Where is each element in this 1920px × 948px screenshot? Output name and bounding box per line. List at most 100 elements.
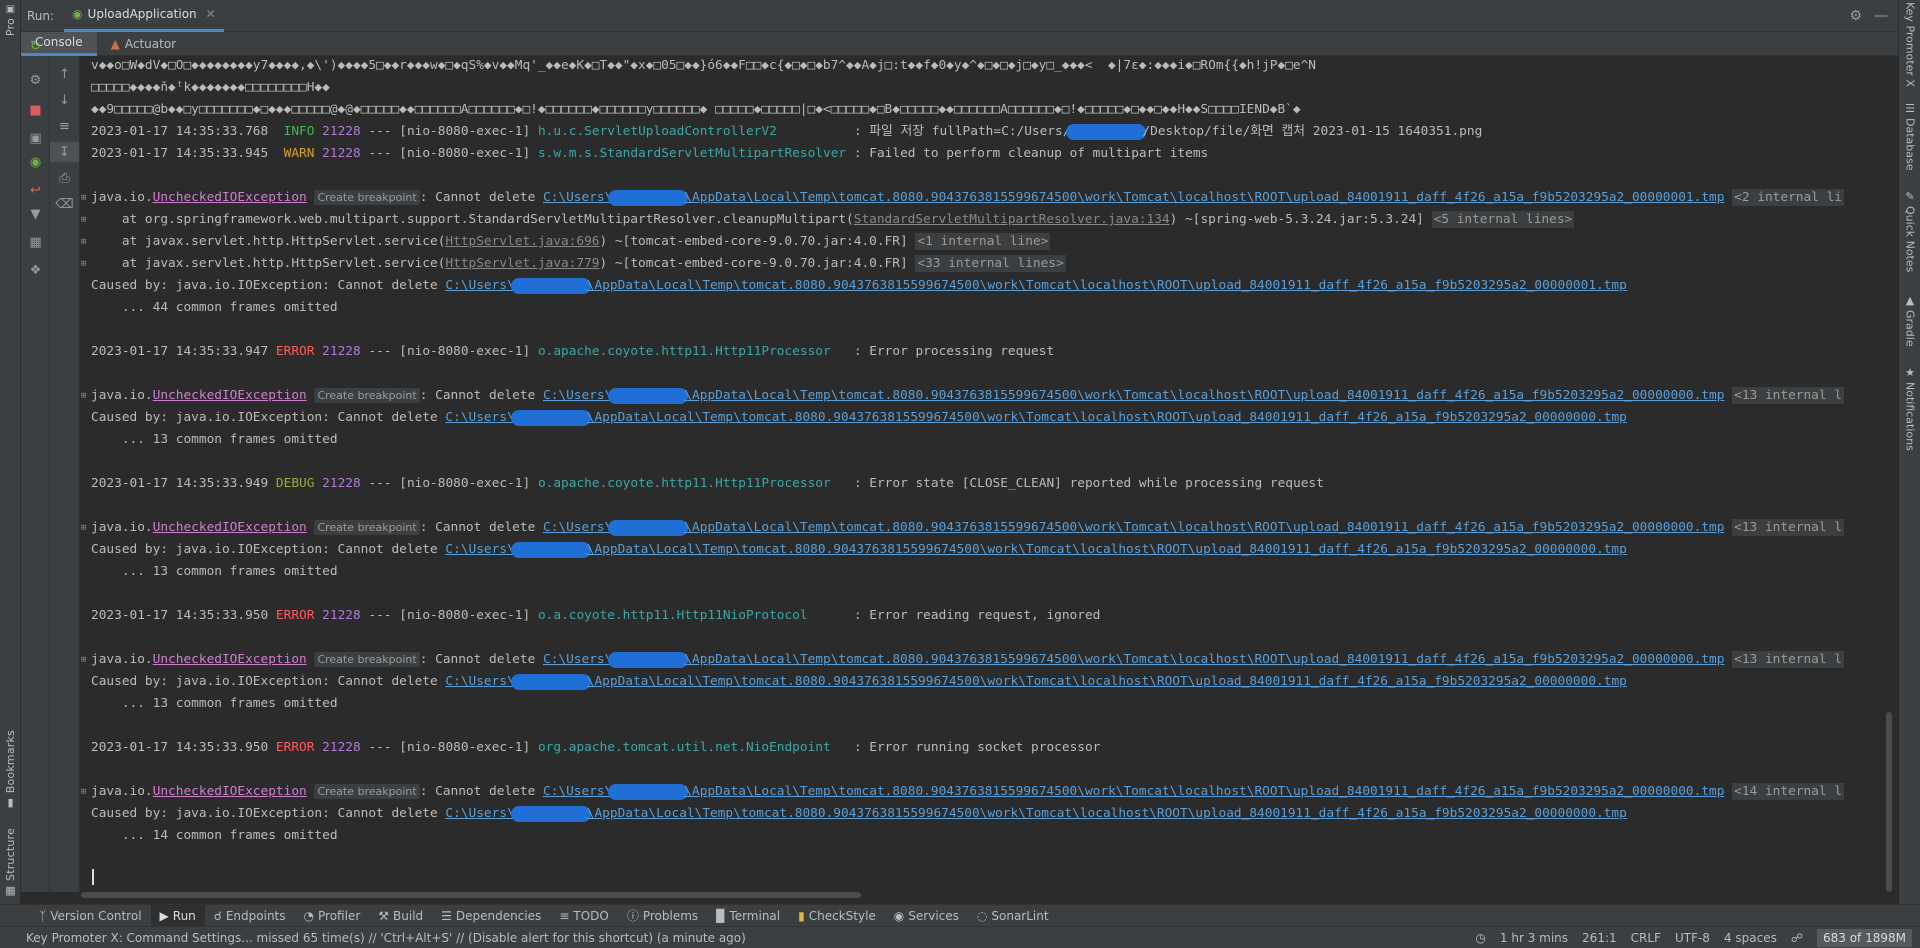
exception-class-link[interactable]: UncheckedIOException	[153, 388, 307, 403]
close-icon[interactable]: ✕	[206, 7, 216, 21]
lock-icon[interactable]: ☍	[1791, 931, 1803, 945]
file-path-link[interactable]: C:\Users\	[445, 410, 514, 425]
tab-dependencies[interactable]: ☰ Dependencies	[432, 905, 550, 927]
create-breakpoint-chip[interactable]: Create breakpoint	[314, 784, 420, 799]
tab-checkstyle[interactable]: ▮ CheckStyle	[789, 905, 885, 927]
tab-endpoints[interactable]: ☌ Endpoints	[205, 905, 295, 927]
soft-wrap-icon[interactable]: ≡	[50, 116, 79, 136]
internal-lines-fold[interactable]: <33 internal lines>	[915, 255, 1066, 272]
fold-toggle[interactable]: ⊞	[81, 253, 91, 275]
create-breakpoint-chip[interactable]: Create breakpoint	[314, 652, 420, 667]
wrench-icon[interactable]: ⚙	[21, 70, 50, 90]
create-breakpoint-chip[interactable]: Create breakpoint	[314, 520, 420, 535]
pin-icon[interactable]: ❖	[21, 260, 50, 280]
internal-lines-fold[interactable]: <1 internal line>	[915, 233, 1051, 250]
print-icon[interactable]: ⎙	[50, 168, 79, 188]
tab-profiler[interactable]: ◔ Profiler	[295, 905, 370, 927]
create-breakpoint-chip[interactable]: Create breakpoint	[314, 388, 420, 403]
arrow-up-icon[interactable]: ↑	[50, 64, 79, 84]
internal-lines-fold[interactable]: <5 internal lines>	[1431, 211, 1575, 228]
vertical-scrollbar[interactable]	[1886, 712, 1892, 892]
file-path-link[interactable]: \AppData\Local\Temp\tomcat.8080.90437638…	[587, 542, 1627, 557]
horizontal-scrollbar[interactable]	[81, 892, 861, 898]
debug-icon[interactable]: ◉	[21, 152, 50, 172]
layout-icon[interactable]: ▦	[21, 232, 50, 252]
exception-class-link[interactable]: UncheckedIOException	[153, 652, 307, 667]
file-path-link[interactable]: C:\Users\	[543, 652, 612, 667]
tab-problems[interactable]: ⓘ Problems	[618, 905, 707, 927]
memory-indicator[interactable]: 683 of 1898M	[1817, 928, 1912, 947]
internal-lines-fold[interactable]: <13 internal l	[1732, 651, 1845, 668]
notifications-tab[interactable]: ★ Notifications	[1899, 366, 1920, 451]
fold-toggle[interactable]: ⊞	[81, 781, 91, 803]
status-encoding[interactable]: UTF-8	[1675, 931, 1710, 945]
file-path-link[interactable]: \AppData\Local\Temp\tomcat.8080.90437638…	[684, 190, 1724, 205]
tab-sonarlint[interactable]: ◌ SonarLint	[968, 905, 1058, 927]
trash-icon[interactable]: ⌫	[50, 194, 79, 214]
source-link[interactable]: StandardServletMultipartResolver.java:13…	[854, 212, 1170, 227]
tab-terminal[interactable]: ▉ Terminal	[707, 905, 789, 927]
bookmarks-tool-tab[interactable]: Bookmarks ▮	[0, 730, 21, 809]
tab-todo[interactable]: ≡ TODO	[550, 905, 618, 927]
file-path-link[interactable]: \AppData\Local\Temp\tomcat.8080.90437638…	[684, 388, 1724, 403]
fold-toggle[interactable]: ⊞	[81, 187, 91, 209]
exception-class-link[interactable]: UncheckedIOException	[153, 784, 307, 799]
file-path-link[interactable]: C:\Users\	[445, 674, 514, 689]
status-position[interactable]: 261:1	[1582, 931, 1617, 945]
file-path-link[interactable]: \AppData\Local\Temp\tomcat.8080.90437638…	[587, 674, 1627, 689]
file-path-link[interactable]: C:\Users\	[543, 190, 612, 205]
minimize-icon[interactable]: —	[1874, 8, 1888, 24]
tab-services[interactable]: ◉ Services	[885, 905, 968, 927]
source-link[interactable]: HttpServlet.java:696	[445, 234, 599, 249]
file-path-link[interactable]: \AppData\Local\Temp\tomcat.8080.90437638…	[684, 520, 1724, 535]
exception-class-link[interactable]: UncheckedIOException	[153, 190, 307, 205]
delete-icon[interactable]: ▼	[21, 204, 50, 224]
console-output[interactable]: v◆◆o□W◆dV◆□O□◆◆◆◆◆◆◆◆y7◆◆◆◆,◆\')◆◆◆◆5□◆◆…	[81, 56, 1898, 892]
source-link[interactable]: HttpServlet.java:779	[445, 256, 599, 271]
fold-toggle[interactable]: ⊞	[81, 517, 91, 539]
file-path-link[interactable]: \AppData\Local\Temp\tomcat.8080.90437638…	[587, 410, 1627, 425]
exit-icon[interactable]: ↩	[21, 180, 50, 200]
fold-toggle[interactable]: ⊞	[81, 231, 91, 253]
scroll-to-end-icon[interactable]: ↧	[50, 142, 79, 162]
fold-toggle[interactable]: ⊞	[81, 649, 91, 671]
database-tab[interactable]: ☰ Database	[1899, 102, 1920, 171]
status-time[interactable]: 1 hr 3 mins	[1500, 931, 1568, 945]
internal-lines-fold[interactable]: <14 internal l	[1732, 783, 1845, 800]
tab-build[interactable]: ⚒ Build	[369, 905, 432, 927]
status-message[interactable]: Key Promoter X: Command Settings... miss…	[26, 931, 746, 945]
internal-lines-fold[interactable]: <13 internal l	[1732, 387, 1845, 404]
key-promoter-tab[interactable]: Key Promoter X	[1899, 2, 1920, 87]
stop-icon[interactable]: ■	[21, 100, 50, 120]
file-path-link[interactable]: C:\Users\	[543, 784, 612, 799]
file-path-link[interactable]: C:\Users\	[445, 278, 514, 293]
camera-icon[interactable]: ▣	[21, 128, 50, 148]
fold-toggle[interactable]: ⊞	[81, 209, 91, 231]
file-path-link[interactable]: C:\Users\	[543, 520, 612, 535]
gradle-tab[interactable]: ▲ Gradle	[1899, 294, 1920, 347]
status-line-separator[interactable]: CRLF	[1631, 931, 1661, 945]
status-indent[interactable]: 4 spaces	[1724, 931, 1777, 945]
internal-lines-fold[interactable]: <13 internal l	[1732, 519, 1845, 536]
arrow-down-icon[interactable]: ↓	[50, 90, 79, 110]
tab-run[interactable]: ▶ Run	[150, 904, 205, 927]
create-breakpoint-chip[interactable]: Create breakpoint	[314, 190, 420, 205]
rerun-icon[interactable]: ↻	[21, 36, 50, 56]
file-path-link[interactable]: \AppData\Local\Temp\tomcat.8080.90437638…	[587, 806, 1627, 821]
fold-toggle[interactable]: ⊞	[81, 385, 91, 407]
internal-lines-fold[interactable]: <2 internal li	[1732, 189, 1845, 206]
tab-version-control[interactable]: ᛉ Version Control	[30, 905, 151, 927]
run-tab-uploadapplication[interactable]: ◉ UploadApplication ✕	[64, 0, 224, 32]
file-path-link[interactable]: \AppData\Local\Temp\tomcat.8080.90437638…	[587, 278, 1627, 293]
structure-tool-tab[interactable]: Structure ▦	[0, 828, 21, 897]
file-path-link[interactable]: C:\Users\	[445, 806, 514, 821]
gear-icon[interactable]: ⚙	[1849, 8, 1862, 24]
file-path-link[interactable]: \AppData\Local\Temp\tomcat.8080.90437638…	[684, 652, 1724, 667]
file-path-link[interactable]: C:\Users\	[445, 542, 514, 557]
exception-class-link[interactable]: UncheckedIOException	[153, 520, 307, 535]
quick-notes-tab[interactable]: ✎ Quick Notes	[1899, 190, 1920, 272]
project-tool-tab[interactable]: ▣ Pro	[0, 4, 21, 36]
tab-actuator[interactable]: ▲ Actuator	[97, 32, 190, 56]
file-path-link[interactable]: \AppData\Local\Temp\tomcat.8080.90437638…	[684, 784, 1724, 799]
file-path-link[interactable]: C:\Users\	[543, 388, 612, 403]
